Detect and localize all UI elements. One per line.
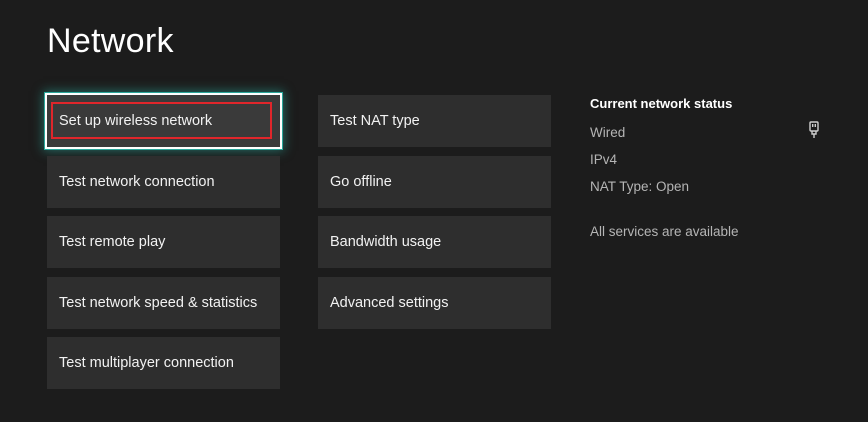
test-network-speed-label: Test network speed & statistics bbox=[59, 294, 258, 311]
go-offline-label: Go offline bbox=[330, 173, 392, 190]
test-nat-type-button[interactable]: Test NAT type bbox=[318, 95, 551, 147]
test-nat-type-label: Test NAT type bbox=[330, 113, 420, 129]
status-services: All services are available bbox=[590, 224, 739, 239]
advanced-settings-button[interactable]: Advanced settings bbox=[318, 276, 551, 329]
status-nat-type: NAT Type: Open bbox=[590, 179, 690, 194]
setup-wireless-network-label: Set up wireless network bbox=[59, 113, 213, 129]
wired-plug-icon bbox=[809, 121, 819, 138]
test-network-connection-button[interactable]: Test network connection bbox=[47, 155, 280, 208]
go-offline-button[interactable]: Go offline bbox=[318, 155, 551, 208]
status-connection: Wired bbox=[590, 125, 626, 140]
status-connection-row: Wired bbox=[590, 121, 830, 152]
network-menu-left: Set up wireless network Test network con… bbox=[45, 93, 282, 398]
test-network-connection-label: Test network connection bbox=[59, 173, 215, 190]
test-network-speed-button[interactable]: Test network speed & statistics bbox=[47, 276, 280, 329]
test-multiplayer-connection-button[interactable]: Test multiplayer connection bbox=[47, 337, 280, 389]
page-title: Network bbox=[47, 22, 174, 60]
bandwidth-usage-label: Bandwidth usage bbox=[330, 234, 442, 250]
advanced-settings-label: Advanced settings bbox=[330, 294, 449, 311]
test-multiplayer-connection-label: Test multiplayer connection bbox=[59, 355, 234, 371]
status-heading: Current network status bbox=[590, 96, 733, 111]
status-protocol: IPv4 bbox=[590, 152, 618, 167]
bandwidth-usage-button[interactable]: Bandwidth usage bbox=[318, 216, 551, 268]
network-menu-right: Test NAT type Go offline Bandwidth usage… bbox=[318, 95, 551, 337]
setup-wireless-network-button[interactable]: Set up wireless network bbox=[45, 93, 282, 149]
network-status-panel: Current network status Wired IPv4 NAT Ty… bbox=[590, 96, 830, 251]
test-remote-play-label: Test remote play bbox=[59, 234, 166, 250]
test-remote-play-button[interactable]: Test remote play bbox=[47, 216, 280, 268]
